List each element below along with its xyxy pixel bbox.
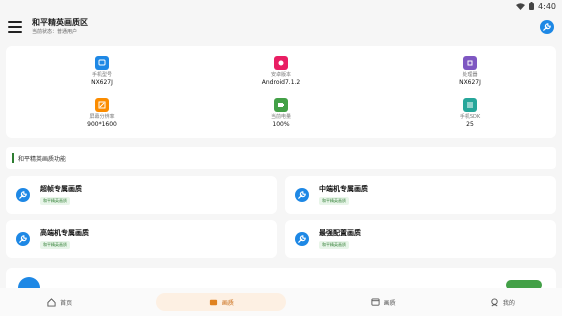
app-bar: 和平精英画质区 当前状态：普通用户 bbox=[0, 12, 562, 42]
card-action-button[interactable] bbox=[506, 280, 542, 288]
card-icon bbox=[18, 277, 40, 288]
function-tag: 和平精英画质 bbox=[40, 241, 70, 249]
wrench-icon bbox=[295, 232, 309, 246]
menu-icon bbox=[8, 21, 22, 23]
wrench-icon bbox=[16, 232, 30, 246]
nav-item-quality[interactable]: 画质 bbox=[361, 293, 406, 311]
device-info-card: 手机型号 NX627J 安卓版本 Android7.1.2 处理器 NX627J… bbox=[6, 46, 556, 138]
info-android-version: 安卓版本 Android7.1.2 bbox=[221, 56, 341, 87]
function-tag: 和平精英画质 bbox=[319, 241, 349, 249]
info-battery: 当前电量 100% bbox=[221, 98, 341, 129]
wrench-icon bbox=[16, 188, 30, 202]
monitor-icon bbox=[371, 297, 380, 306]
nav-item-home[interactable]: 首页 bbox=[37, 293, 82, 311]
function-card-high-end[interactable]: 高端机专属画质 和平精英画质 bbox=[6, 220, 277, 258]
android-icon bbox=[274, 56, 288, 70]
home-icon bbox=[47, 297, 56, 307]
sliders-icon bbox=[463, 98, 477, 112]
status-bar: 4:40 bbox=[0, 0, 562, 12]
section-title: 和平精英画质功能 bbox=[18, 155, 67, 163]
section-accent bbox=[12, 153, 14, 163]
section-header: 和平精英画质功能 bbox=[6, 147, 556, 169]
function-card-mid-range[interactable]: 中端机专属画质 和平精英画质 bbox=[285, 176, 556, 214]
menu-button[interactable] bbox=[8, 21, 22, 33]
app-subtitle: 当前状态：普通用户 bbox=[32, 29, 78, 35]
phone-icon bbox=[95, 56, 109, 70]
wrench-icon bbox=[543, 23, 551, 31]
resolution-icon bbox=[95, 98, 109, 112]
battery-icon bbox=[274, 98, 288, 112]
quality-icon bbox=[209, 299, 217, 305]
function-tag: 和平精英画质 bbox=[40, 197, 70, 205]
info-sdk: 手机SDK 25 bbox=[410, 98, 530, 129]
nav-item-quality-active[interactable]: 画质 bbox=[156, 293, 287, 311]
function-card-ultra-frame[interactable]: 超帧专属画质 和平精英画质 bbox=[6, 176, 277, 214]
nav-item-profile[interactable]: 我的 bbox=[480, 293, 525, 311]
wrench-icon bbox=[295, 188, 309, 202]
info-resolution: 屏幕分辨率 900*1600 bbox=[42, 98, 162, 129]
partial-card[interactable] bbox=[6, 268, 556, 288]
user-icon bbox=[491, 297, 498, 306]
function-tag: 和平精英画质 bbox=[319, 197, 349, 205]
app-title: 和平精英画质区 bbox=[32, 18, 88, 27]
status-time: 4:40 bbox=[538, 1, 556, 11]
title-group: 和平精英画质区 当前状态：普通用户 bbox=[32, 18, 88, 36]
function-card-max-config[interactable]: 最强配置画质 和平精英画质 bbox=[285, 220, 556, 258]
chip-icon bbox=[463, 56, 477, 70]
info-phone-model: 手机型号 NX627J bbox=[42, 56, 162, 87]
wifi-icon bbox=[516, 2, 526, 10]
info-processor: 处理器 NX627J bbox=[410, 56, 530, 87]
battery-status-icon bbox=[529, 2, 535, 10]
bottom-nav: 首页 画质 画质 我的 bbox=[0, 288, 562, 316]
tools-button[interactable] bbox=[540, 20, 554, 34]
